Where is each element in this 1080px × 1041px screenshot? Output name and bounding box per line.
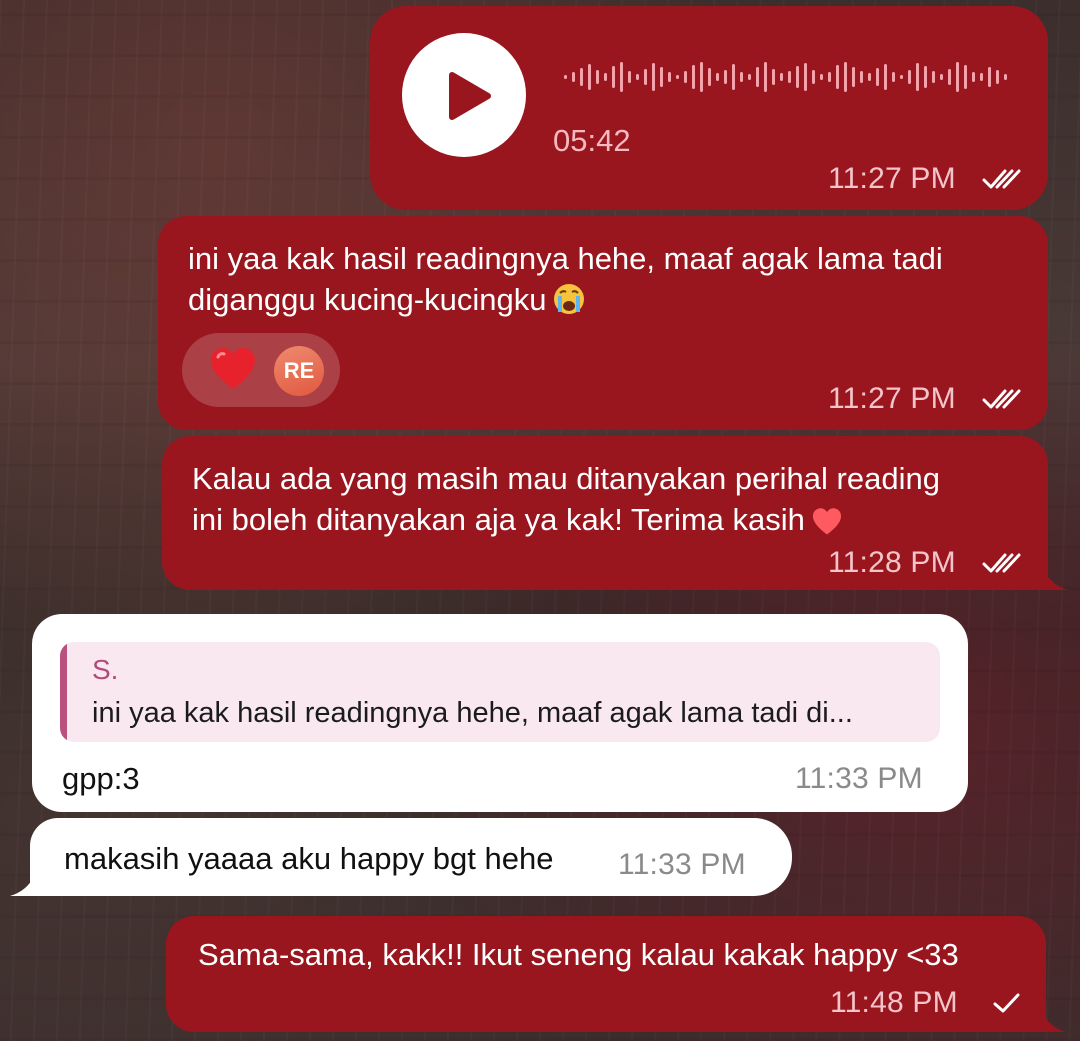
waveform-bar — [908, 70, 911, 84]
waveform-bar — [980, 73, 983, 81]
reactions-pill[interactable]: RE — [182, 333, 340, 407]
waveform-bar — [788, 71, 791, 83]
waveform-bar — [964, 65, 967, 89]
incoming-reply-bubble[interactable]: S. ini yaa kak hasil readingnya hehe, ma… — [32, 614, 968, 812]
message-text-line: Kalau ada yang masih mau ditanyakan peri… — [192, 461, 940, 496]
waveform-bar — [604, 73, 607, 81]
waveform-bar — [716, 73, 719, 81]
waveform-bar — [804, 63, 807, 91]
waveform-bar — [876, 68, 879, 86]
message-time: 11:33 PM — [618, 848, 746, 881]
message-bubble[interactable]: ini yaa kak hasil readingnya hehe, maaf … — [158, 216, 1048, 430]
message-time: 11:33 PM — [795, 762, 923, 795]
waveform-bar — [948, 69, 951, 85]
waveform-bar — [628, 71, 631, 83]
waveform-bar — [988, 67, 991, 87]
waveform-bar — [732, 64, 735, 90]
message-text-line-content: ini boleh ditanyakan aja ya kak! Terima … — [192, 502, 805, 537]
reaction-avatar[interactable]: RE — [274, 346, 324, 396]
waveform-bar — [852, 67, 855, 87]
waveform-bar — [684, 71, 687, 83]
message-text: Sama-sama, kakk!! Ikut seneng kalau kaka… — [198, 937, 959, 972]
waveform-bar — [740, 72, 743, 82]
waveform-bar — [932, 71, 935, 83]
message-time: 11:28 PM — [828, 546, 956, 579]
message-time: 11:27 PM — [828, 382, 956, 415]
voice-waveform[interactable] — [560, 60, 1010, 94]
waveform-bar — [884, 64, 887, 90]
waveform-bar — [564, 75, 567, 79]
waveform-bar — [660, 67, 663, 87]
incoming-message-bubble[interactable]: makasih yaaaa aku happy bgt hehe 11:33 P… — [30, 818, 792, 896]
heart-emoji — [811, 505, 843, 546]
waveform-bar — [900, 75, 903, 79]
waveform-bar — [868, 73, 871, 81]
waveform-bar — [764, 62, 767, 92]
waveform-bar — [572, 72, 575, 82]
waveform-bar — [1004, 74, 1007, 80]
message-bubble[interactable]: Sama-sama, kakk!! Ikut seneng kalau kaka… — [166, 916, 1046, 1032]
waveform-bar — [844, 62, 847, 92]
voice-duration: 05:42 — [553, 123, 631, 158]
message-time: 11:27 PM — [828, 162, 956, 195]
waveform-bar — [636, 74, 639, 80]
waveform-bar — [772, 69, 775, 85]
waveform-bar — [916, 63, 919, 91]
double-check-icon — [982, 167, 1022, 191]
waveform-bar — [692, 65, 695, 89]
waveform-bar — [796, 66, 799, 88]
waveform-bar — [700, 62, 703, 92]
waveform-bar — [668, 72, 671, 82]
bubble-tail — [1046, 574, 1068, 590]
single-check-icon — [992, 991, 1032, 1015]
message-text: ini yaa kak hasil readingnya hehe, maaf … — [188, 238, 943, 326]
message-text: Kalau ada yang masih mau ditanyakan peri… — [192, 458, 940, 546]
double-check-icon — [982, 551, 1022, 575]
waveform-bar — [596, 70, 599, 84]
quoted-text: ini yaa kak hasil readingnya hehe, maaf … — [92, 697, 853, 729]
waveform-bar — [580, 68, 583, 86]
waveform-bar — [924, 66, 927, 88]
waveform-bar — [836, 65, 839, 89]
message-text-line: ini yaa kak hasil readingnya hehe, maaf … — [188, 241, 943, 276]
quoted-message[interactable]: S. ini yaa kak hasil readingnya hehe, ma… — [60, 642, 940, 742]
quote-accent-bar — [60, 642, 67, 742]
waveform-bar — [812, 70, 815, 84]
crying-face-emoji — [552, 282, 586, 326]
heart-emoji[interactable] — [208, 345, 258, 395]
waveform-bar — [676, 75, 679, 79]
double-check-icon — [982, 387, 1022, 411]
waveform-bar — [828, 72, 831, 82]
voice-message-bubble[interactable]: 05:42 11:27 PM — [370, 6, 1048, 210]
waveform-bar — [956, 62, 959, 92]
quoted-author: S. — [92, 654, 119, 685]
message-text: gpp:3 — [62, 761, 140, 796]
message-bubble[interactable]: Kalau ada yang masih mau ditanyakan peri… — [162, 436, 1048, 590]
bubble-tail — [10, 880, 32, 896]
message-text-line: diganggu kucing-kucingku — [188, 279, 943, 326]
bubble-tail — [1044, 1016, 1066, 1032]
waveform-bar — [996, 70, 999, 84]
waveform-bar — [708, 68, 711, 86]
message-text: makasih yaaaa aku happy bgt hehe — [64, 841, 554, 876]
message-text-line-content: diganggu kucing-kucingku — [188, 282, 547, 317]
waveform-bar — [940, 74, 943, 80]
message-text-line: ini boleh ditanyakan aja ya kak! Terima … — [192, 499, 940, 546]
waveform-bar — [588, 64, 591, 90]
play-icon — [449, 72, 491, 120]
waveform-bar — [972, 72, 975, 82]
play-button[interactable] — [402, 33, 526, 157]
waveform-bar — [860, 71, 863, 83]
waveform-bar — [652, 63, 655, 91]
waveform-bar — [892, 72, 895, 82]
waveform-bar — [820, 74, 823, 80]
waveform-bar — [748, 74, 751, 80]
waveform-bar — [620, 62, 623, 92]
waveform-bar — [612, 66, 615, 88]
waveform-bar — [756, 67, 759, 87]
waveform-bar — [724, 70, 727, 84]
waveform-bar — [780, 73, 783, 81]
message-time: 11:48 PM — [830, 986, 958, 1019]
waveform-bar — [644, 69, 647, 85]
